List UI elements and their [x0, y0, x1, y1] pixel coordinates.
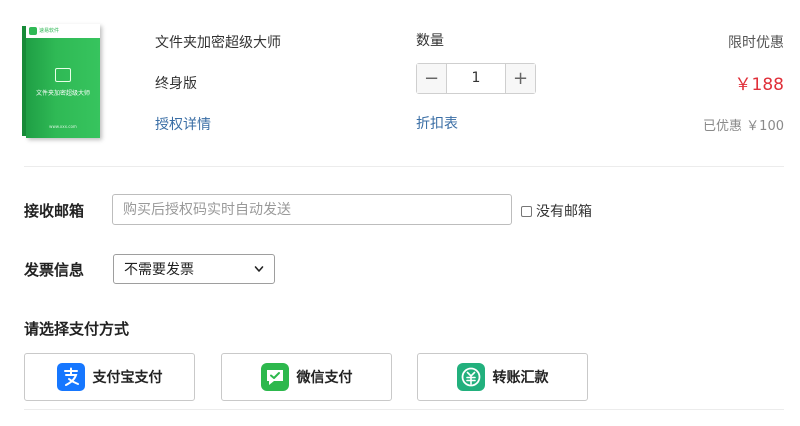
quantity-value[interactable]: 1: [447, 64, 505, 93]
bottom-divider: [24, 409, 784, 410]
box-title: 文件夹加密超级大师: [35, 90, 90, 97]
price: ￥188: [734, 75, 784, 95]
limited-offer-label: 限时优惠: [728, 35, 784, 51]
no-email-checkbox[interactable]: [521, 205, 532, 217]
box-top-strip: 速易软件: [26, 24, 100, 38]
increment-button[interactable]: +: [505, 64, 535, 93]
email-label: 接收邮箱: [24, 202, 85, 220]
wechat-icon: [260, 363, 289, 391]
wechat-pay-label: 微信支付: [296, 370, 353, 386]
invoice-select[interactable]: 不需要发票: [113, 254, 275, 284]
product-edition: 终身版: [155, 76, 197, 92]
wechat-pay-button[interactable]: 微信支付: [221, 353, 392, 401]
discount-table-link[interactable]: 折扣表: [416, 113, 458, 133]
chevron-down-icon: [254, 266, 264, 272]
folder-icon: [55, 68, 71, 82]
alipay-button[interactable]: 支付宝支付: [24, 353, 195, 401]
divider: [24, 166, 784, 167]
product-section: 速易软件 文件夹加密超级大师 www.xxx.com 文件夹加密超级大师 终身版…: [0, 0, 800, 166]
product-box-image: 速易软件 文件夹加密超级大师 www.xxx.com: [22, 24, 100, 138]
product-name: 文件夹加密超级大师: [155, 35, 281, 51]
saved-amount: 已优惠 ￥100: [703, 119, 784, 134]
decrement-button[interactable]: −: [417, 64, 447, 93]
transfer-icon: [456, 363, 485, 391]
alipay-label: 支付宝支付: [92, 370, 163, 386]
invoice-selected: 不需要发票: [124, 262, 194, 278]
box-brand: 速易软件: [39, 28, 60, 34]
no-email-label: 没有邮箱: [536, 204, 592, 220]
invoice-label: 发票信息: [24, 261, 85, 279]
bank-transfer-label: 转账汇款: [492, 370, 549, 386]
shield-logo-icon: [29, 27, 37, 35]
quantity-stepper: − 1 +: [416, 63, 536, 94]
box-url: www.xxx.com: [49, 124, 77, 129]
payment-label: 请选择支付方式: [24, 320, 130, 338]
license-details-link[interactable]: 授权详情: [155, 114, 211, 134]
no-email-checkbox-row[interactable]: 没有邮箱: [521, 201, 592, 221]
quantity-label: 数量: [416, 33, 444, 49]
alipay-icon: [56, 363, 85, 391]
email-input[interactable]: [112, 194, 512, 225]
bank-transfer-button[interactable]: 转账汇款: [417, 353, 588, 401]
